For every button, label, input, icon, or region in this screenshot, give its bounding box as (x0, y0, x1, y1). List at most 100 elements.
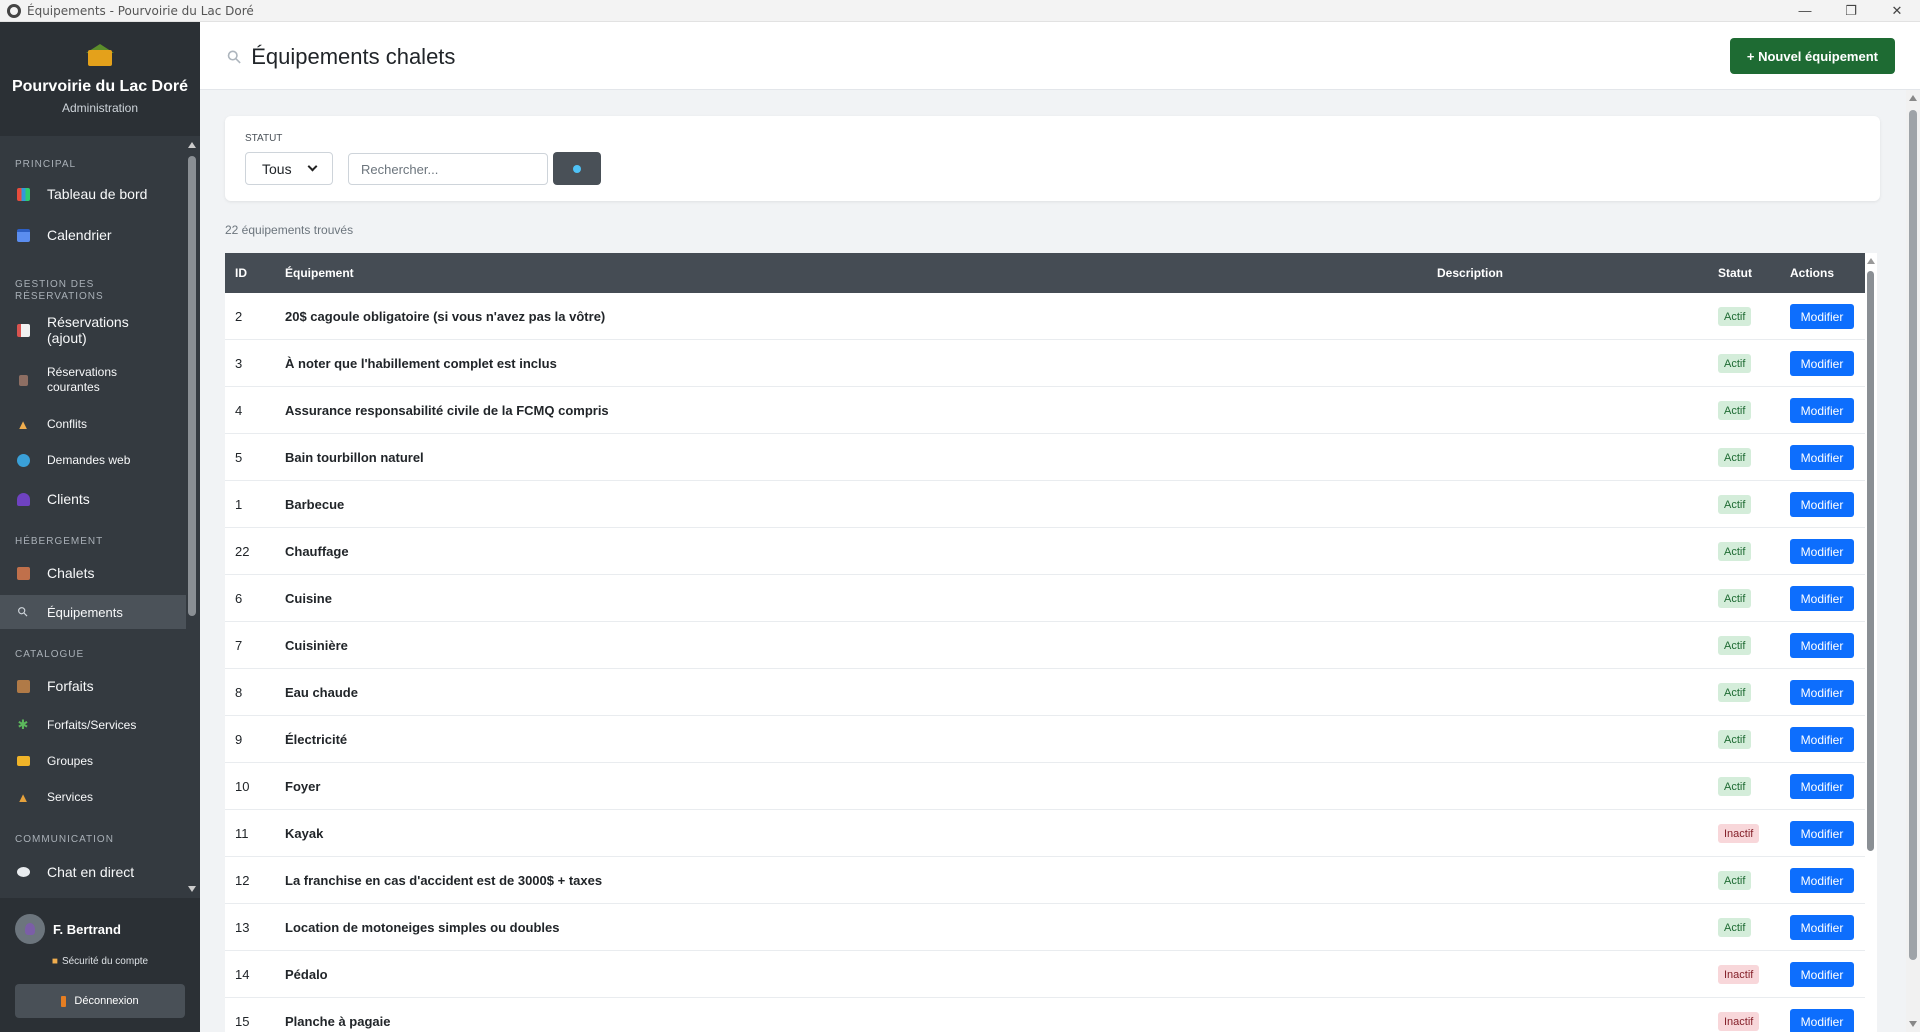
status-badge: Actif (1718, 777, 1752, 796)
column-header-id: ID (235, 266, 247, 280)
scroll-up-icon[interactable] (1867, 258, 1875, 264)
edit-button[interactable]: Modifier (1790, 680, 1854, 705)
cell-equipment-name: Barbecue (285, 497, 345, 512)
table-row: 22 Chauffage Actif Modifier (225, 528, 1865, 575)
sidebar-item-reservations-add[interactable]: Réservations (ajout) (0, 312, 186, 348)
table-header: ID Équipement Description Statut Actions (225, 253, 1865, 293)
scroll-up-icon[interactable] (188, 142, 196, 148)
status-badge: Inactif (1718, 965, 1760, 984)
edit-button[interactable]: Modifier (1790, 868, 1854, 893)
restore-icon[interactable]: ❐ (1828, 0, 1874, 22)
globe-icon (15, 452, 31, 468)
cell-equipment-name: Cuisine (285, 591, 332, 606)
cell-equipment-name: Électricité (285, 732, 348, 747)
lock-icon: ■ (51, 956, 58, 967)
status-badge: Actif (1718, 448, 1752, 467)
equipment-table: ID Équipement Description Statut Actions… (225, 253, 1865, 1032)
sidebar-item-packages-services[interactable]: ✱ Forfaits/Services (0, 708, 186, 742)
status-badge: Inactif (1718, 824, 1760, 843)
edit-button[interactable]: Modifier (1790, 633, 1854, 658)
cell-equipment-name: Chauffage (285, 544, 349, 559)
edit-button[interactable]: Modifier (1790, 304, 1854, 329)
search-button[interactable] (553, 152, 601, 185)
sidebar-item-label: Clients (47, 491, 90, 507)
results-count: 22 équipements trouvés (225, 223, 354, 237)
sidebar-item-services[interactable]: ▲ Services (0, 780, 186, 814)
cell-equipment-name: Pédalo (285, 967, 328, 982)
sidebar-item-label: Équipements (47, 604, 123, 620)
status-badge: Actif (1718, 918, 1752, 937)
scrollbar-thumb[interactable] (1867, 271, 1874, 851)
status-select[interactable]: Tous (245, 152, 333, 185)
table-scrollbar[interactable] (1865, 253, 1877, 1032)
scrollbar-thumb[interactable] (188, 156, 196, 616)
edit-button[interactable]: Modifier (1790, 915, 1854, 940)
sidebar-item-equipment[interactable]: ⚲ Équipements (0, 595, 186, 629)
cell-equipment-name: À noter que l'habillement complet est in… (285, 356, 557, 371)
page-title: ⚲ Équipements chalets (223, 44, 456, 70)
column-header-status: Statut (1718, 266, 1752, 280)
nav-section-hebergement: HÉBERGEMENT (15, 536, 104, 547)
wrench-icon: ⚲ (13, 602, 32, 621)
scroll-up-icon[interactable] (1909, 95, 1917, 101)
edit-button[interactable]: Modifier (1790, 351, 1854, 376)
sidebar-item-conflicts[interactable]: ▲ Conflits (0, 408, 186, 440)
sidebar-item-label: Demandes web (47, 453, 131, 467)
edit-button[interactable]: Modifier (1790, 398, 1854, 423)
cell-id: 1 (235, 497, 243, 512)
cell-id: 2 (235, 309, 243, 324)
nav-section-reservations: GESTION DES RÉSERVATIONS (15, 279, 104, 302)
cell-id: 4 (235, 403, 243, 418)
sidebar: Pourvoirie du Lac Doré Administration PR… (0, 22, 200, 1032)
edit-button[interactable]: Modifier (1790, 774, 1854, 799)
users-icon (15, 491, 31, 507)
edit-button[interactable]: Modifier (1790, 727, 1854, 752)
sidebar-item-clients[interactable]: Clients (0, 481, 186, 517)
new-equipment-button[interactable]: + Nouvel équipement (1729, 38, 1895, 74)
minimize-icon[interactable]: — (1782, 0, 1828, 22)
sidebar-item-label: Services (47, 790, 94, 804)
sidebar-item-chat[interactable]: Chat en direct (0, 854, 186, 890)
avatar (15, 914, 45, 944)
edit-button[interactable]: Modifier (1790, 821, 1854, 846)
cell-id: 13 (235, 920, 250, 935)
status-badge: Actif (1718, 401, 1752, 420)
chat-bubble-icon (15, 864, 31, 880)
sidebar-item-reservations-current[interactable]: Réservations courantes (0, 360, 186, 400)
edit-button[interactable]: Modifier (1790, 1009, 1854, 1032)
book-icon (15, 372, 31, 388)
table-body: 2 20$ cagoule obligatoire (si vous n'avez… (225, 293, 1865, 1032)
column-header-description: Description (1437, 266, 1504, 280)
edit-button[interactable]: Modifier (1790, 445, 1854, 470)
filter-panel: STATUT Tous (225, 116, 1880, 201)
sidebar-item-packages[interactable]: Forfaits (0, 668, 186, 704)
cell-id: 9 (235, 732, 243, 747)
table-row: 11 Kayak Inactif Modifier (225, 810, 1865, 857)
edit-button[interactable]: Modifier (1790, 962, 1854, 987)
sidebar-item-calendar[interactable]: Calendrier (0, 217, 186, 253)
edit-button[interactable]: Modifier (1790, 539, 1854, 564)
search-input[interactable] (348, 153, 548, 185)
scroll-down-icon[interactable] (1909, 1021, 1917, 1027)
sidebar-item-groups[interactable]: Groupes (0, 744, 186, 778)
table-row: 6 Cuisine Actif Modifier (225, 575, 1865, 622)
edit-button[interactable]: Modifier (1790, 586, 1854, 611)
sidebar-item-dashboard[interactable]: Tableau de bord (0, 176, 186, 212)
column-header-equipment: Équipement (285, 266, 354, 280)
sidebar-item-chalets[interactable]: Chalets (0, 555, 186, 591)
logout-button[interactable]: Déconnexion (15, 984, 185, 1018)
sidebar-item-web-requests[interactable]: Demandes web (0, 444, 186, 476)
scrollbar-thumb[interactable] (1909, 110, 1917, 960)
edit-button[interactable]: Modifier (1790, 492, 1854, 517)
table-row: 4 Assurance responsabilité civile de la F… (225, 387, 1865, 434)
cell-id: 3 (235, 356, 243, 371)
cell-id: 8 (235, 685, 243, 700)
close-icon[interactable]: ✕ (1874, 0, 1920, 22)
nav-section-communication: COMMUNICATION (15, 834, 114, 845)
table-row: 12 La franchise en cas d'accident est de … (225, 857, 1865, 904)
scroll-down-icon[interactable] (188, 886, 196, 892)
account-security-link[interactable]: ■ Sécurité du compte (0, 956, 200, 967)
status-badge: Actif (1718, 307, 1752, 326)
sidebar-scrollbar[interactable] (186, 136, 198, 898)
page-scrollbar[interactable] (1906, 90, 1920, 1032)
